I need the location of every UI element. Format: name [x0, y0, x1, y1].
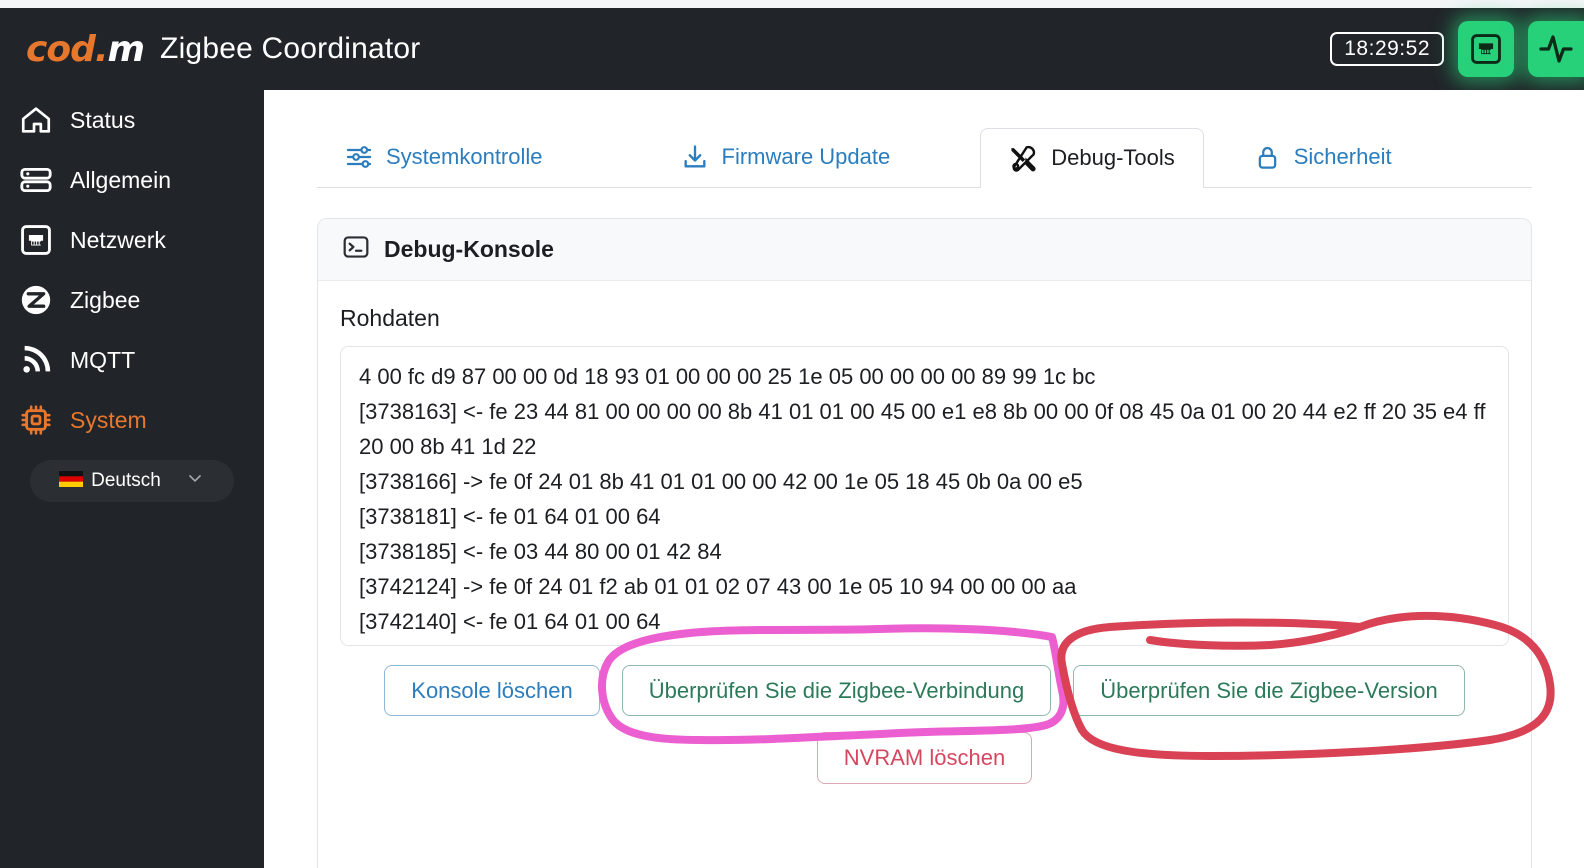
logo-text-primary: cod. — [26, 28, 109, 70]
debug-action-row-primary: Konsole löschen Überprüfen Sie die Zigbe… — [340, 665, 1509, 717]
debug-action-row-secondary: NVRAM löschen — [340, 732, 1509, 784]
check-zigbee-version-button[interactable]: Überprüfen Sie die Zigbee-Version — [1073, 665, 1465, 717]
card-body: Rohdaten 4 00 fc d9 87 00 00 0d 18 93 01… — [318, 281, 1531, 784]
tools-icon — [1009, 144, 1038, 173]
rss-icon — [8, 343, 64, 377]
home-icon — [8, 103, 64, 137]
console-line: [3738181] <- fe 01 64 01 00 64 — [359, 504, 661, 529]
terminal-icon — [342, 233, 370, 266]
logo-text-secondary: m — [107, 28, 146, 70]
rohdaten-label: Rohdaten — [340, 305, 440, 331]
ethernet-icon — [1471, 34, 1501, 64]
sidebar-item-mqtt[interactable]: MQTT — [0, 330, 264, 390]
sidebar-item-zigbee[interactable]: Zigbee — [0, 270, 264, 330]
server-icon — [8, 163, 64, 197]
console-line: [3742140] <- fe 01 64 01 00 64 — [359, 609, 661, 634]
console-line: [3738185] <- fe 03 44 80 00 01 42 84 — [359, 539, 722, 564]
app-root: cod.m Zigbee Coordinator 18:29:52 Status… — [0, 0, 1584, 868]
clock-display: 18:29:52 — [1330, 32, 1444, 66]
sidebar-item-label: MQTT — [70, 346, 136, 373]
activity-status-icon[interactable] — [1528, 21, 1584, 77]
chevron-down-icon — [185, 468, 205, 494]
debug-console-card: Debug-Konsole Rohdaten 4 00 fc d9 87 00 … — [317, 218, 1532, 868]
chip-icon — [8, 403, 64, 437]
language-selector-label: Deutsch — [91, 470, 161, 491]
console-line: [3738163] <- fe 23 44 81 00 00 00 00 8b … — [359, 399, 1486, 459]
tab-label: Debug-Tools — [1051, 145, 1175, 170]
tab-debug-tools[interactable]: Debug-Tools — [980, 128, 1204, 188]
main-content: Systemkontrolle Firmware Update Debug-To… — [264, 90, 1584, 868]
tab-bar: Systemkontrolle Firmware Update Debug-To… — [317, 120, 1532, 188]
tab-sicherheit[interactable]: Sicherheit — [1226, 127, 1420, 187]
ethernet-status-icon[interactable] — [1458, 21, 1514, 77]
sidebar-item-label: Allgemein — [70, 166, 171, 193]
language-selector[interactable]: Deutsch — [30, 460, 234, 502]
sidebar-item-label: Status — [70, 106, 136, 133]
tab-label: Sicherheit — [1293, 144, 1392, 169]
activity-pulse-icon — [1539, 35, 1573, 63]
ethernet-icon — [8, 223, 64, 257]
sidebar: Status Allgemein Netzwerk Zigbee MQTT Sy… — [0, 90, 264, 868]
sidebar-item-allgemein[interactable]: Allgemein — [0, 150, 264, 210]
brand-logo[interactable]: cod.m — [26, 28, 146, 70]
sliders-icon — [345, 143, 373, 171]
clear-nvram-button[interactable]: NVRAM löschen — [816, 732, 1033, 784]
clear-console-button[interactable]: Konsole löschen — [384, 665, 600, 717]
tab-firmware-update[interactable]: Firmware Update — [653, 127, 919, 187]
check-zigbee-connection-button[interactable]: Überprüfen Sie die Zigbee-Verbindung — [621, 665, 1052, 717]
german-flag-icon — [59, 470, 84, 492]
sidebar-item-label: Netzwerk — [70, 226, 166, 253]
lock-icon — [1254, 144, 1281, 171]
sidebar-item-label: System — [70, 406, 147, 433]
zigbee-icon — [8, 283, 64, 317]
app-title: Zigbee Coordinator — [160, 32, 421, 65]
sidebar-item-system[interactable]: System — [0, 390, 264, 450]
console-line: [3742124] -> fe 0f 24 01 f2 ab 01 01 02 … — [359, 574, 1077, 599]
sidebar-item-status[interactable]: Status — [0, 90, 264, 150]
tab-systemkontrolle[interactable]: Systemkontrolle — [317, 127, 571, 187]
debug-console-output[interactable]: 4 00 fc d9 87 00 00 0d 18 93 01 00 00 00… — [340, 346, 1509, 646]
tab-label: Systemkontrolle — [386, 144, 543, 169]
console-line: [3738166] -> fe 0f 24 01 8b 41 01 01 00 … — [359, 469, 1083, 494]
tab-label: Firmware Update — [721, 144, 891, 169]
sidebar-item-netzwerk[interactable]: Netzwerk — [0, 210, 264, 270]
app-header: cod.m Zigbee Coordinator 18:29:52 — [0, 8, 1584, 90]
top-strip — [0, 0, 1584, 8]
download-icon — [681, 143, 709, 171]
console-line: 4 00 fc d9 87 00 00 0d 18 93 01 00 00 00… — [359, 364, 1096, 389]
sidebar-item-label: Zigbee — [70, 286, 141, 313]
card-header: Debug-Konsole — [318, 219, 1531, 281]
header-right-group: 18:29:52 — [1330, 21, 1584, 77]
card-title: Debug-Konsole — [384, 236, 554, 262]
